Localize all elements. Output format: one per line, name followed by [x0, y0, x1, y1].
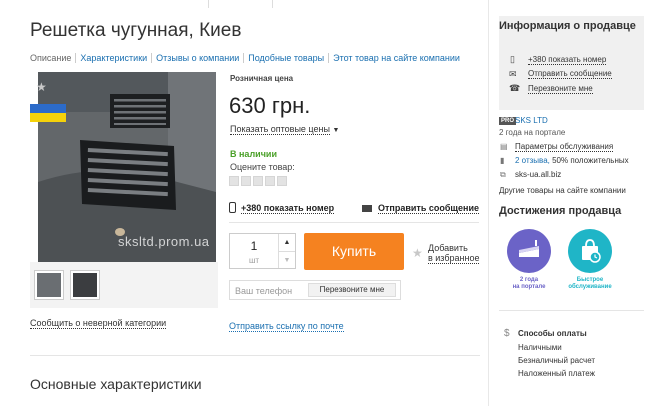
divider	[30, 355, 480, 356]
shopping-bag-badge-icon	[568, 229, 612, 273]
seller-message-label[interactable]: Отправить сообщение	[528, 69, 612, 79]
top-tab-divider	[272, 0, 650, 8]
bar-chart-icon: ▮	[500, 156, 505, 165]
badge-years-line-1: 2 года	[519, 277, 539, 283]
dollar-icon: $	[504, 328, 510, 339]
tab-similar[interactable]: Подобные товары	[243, 53, 328, 63]
photo-watermark: sksltd.prom.ua	[118, 234, 210, 249]
envelope-icon: ✉	[509, 69, 517, 79]
pro-badge: PRO	[499, 117, 517, 125]
price: 630 грн.	[229, 93, 311, 118]
rating-box[interactable]	[253, 176, 263, 186]
seller-show-phone-link[interactable]: +380 показать номер	[528, 55, 607, 65]
send-message-link[interactable]: Отправить сообщение	[378, 203, 479, 214]
badge-fast-line-1: Быстрое	[576, 277, 604, 283]
badge-years-caption: 2 года на портале	[499, 277, 559, 291]
telephone-icon: ☎	[509, 83, 521, 93]
column-divider	[488, 0, 489, 406]
report-category-link[interactable]: Сообщить о неверной категории	[30, 318, 167, 329]
rating-box[interactable]	[265, 176, 275, 186]
company-site-link[interactable]: sks-ua.all.biz	[515, 170, 561, 179]
phone-icon	[229, 202, 236, 213]
wholesale-prices-label[interactable]: Показать оптовые цены	[230, 124, 330, 135]
favorite-star-icon[interactable]: ★	[36, 80, 47, 94]
badge-fast-service-caption: Быстрое обслуживание	[560, 277, 620, 291]
quantity-value[interactable]: 1	[230, 239, 278, 253]
ukraine-flag-icon	[30, 104, 66, 122]
rating-box[interactable]	[241, 176, 251, 186]
thumbnail-strip	[30, 262, 218, 308]
top-tab-strip	[0, 0, 650, 8]
add-to-favorites-link[interactable]: Добавить в избранное	[428, 243, 480, 264]
achievements-heading: Достижения продавца	[499, 205, 622, 217]
callback-button[interactable]: Перезвоните мне	[308, 283, 396, 297]
reviews-positive-share: 50% положительных	[549, 156, 629, 165]
years-on-portal: 2 года на портале	[499, 128, 566, 137]
top-tab-divider	[208, 0, 272, 8]
quantity-stepper[interactable]: 1 шт ▲ ▼	[229, 233, 296, 269]
phone-icon: ▯	[510, 54, 515, 64]
tab-characteristics[interactable]: Характеристики	[75, 53, 151, 63]
product-tabs: Описание Характеристики Отзывы о компани…	[30, 53, 464, 63]
rating-boxes[interactable]	[229, 176, 287, 186]
payment-item: Безналичный расчет	[518, 356, 596, 365]
decrement-arrow-icon[interactable]: ▼	[279, 251, 295, 268]
envelope-icon	[362, 205, 372, 212]
seller-phone-label[interactable]: +380 показать номер	[528, 55, 607, 65]
thumbnail-2[interactable]	[70, 270, 100, 300]
favorite-star-icon[interactable]: ★	[412, 246, 423, 260]
payment-item: Наличными	[518, 343, 562, 352]
stock-status: В наличии	[230, 149, 277, 159]
external-link-icon: ⧉	[500, 170, 506, 179]
favorites-line-2: в избранное	[428, 253, 480, 264]
badge-years-line-2: на портале	[512, 284, 546, 290]
seller-info-heading: Информация о продавце	[499, 20, 636, 32]
section-heading-characteristics: Основные характеристики	[30, 376, 202, 392]
tab-reviews[interactable]: Отзывы о компании	[151, 53, 243, 63]
thumbnail-1[interactable]	[34, 270, 64, 300]
seller-message-link[interactable]: Отправить сообщение	[528, 69, 612, 79]
seller-callback-label[interactable]: Перезвоните мне	[528, 84, 593, 94]
service-params-link[interactable]: Параметры обслуживания	[515, 142, 614, 152]
payment-title: Способы оплаты	[518, 329, 587, 338]
reviews-link[interactable]: 2 отзыва,	[515, 156, 550, 165]
contact-row: +380 показать номер Отправить сообщение	[229, 200, 479, 223]
increment-arrow-icon[interactable]: ▲	[279, 234, 295, 251]
badge-fast-line-2: обслуживание	[568, 284, 612, 290]
company-name-link[interactable]: SKS LTD	[515, 116, 548, 125]
favorites-line-1: Добавить	[428, 243, 468, 253]
wholesale-prices-link[interactable]: Показать оптовые цены ▼	[230, 124, 340, 135]
settings-icon: ▤	[500, 142, 508, 151]
caret-down-icon: ▼	[332, 127, 340, 134]
rate-label: Оцените товар:	[230, 162, 295, 172]
other-goods-link[interactable]: Другие товары на сайте компании	[499, 186, 626, 195]
cake-badge-icon	[507, 229, 551, 273]
divider	[229, 222, 479, 223]
seller-callback-link[interactable]: Перезвоните мне	[528, 84, 593, 94]
tab-description[interactable]: Описание	[30, 53, 75, 63]
service-params-label[interactable]: Параметры обслуживания	[515, 142, 614, 152]
page-title: Решетка чугунная, Киев	[30, 20, 242, 41]
quantity-unit: шт	[248, 256, 260, 265]
payment-item: Наложенный платеж	[518, 369, 595, 378]
reviews-row: 2 отзыва, 50% положительных	[515, 156, 629, 165]
retail-price-label: Розничная цена	[230, 74, 294, 83]
buy-button[interactable]: Купить	[304, 233, 404, 270]
tab-on-company-site[interactable]: Этот товар на сайте компании	[328, 53, 464, 63]
show-phone-link[interactable]: +380 показать номер	[241, 203, 335, 214]
send-link-by-email[interactable]: Отправить ссылку по почте	[229, 321, 344, 332]
rating-box[interactable]	[229, 176, 239, 186]
rating-box[interactable]	[277, 176, 287, 186]
